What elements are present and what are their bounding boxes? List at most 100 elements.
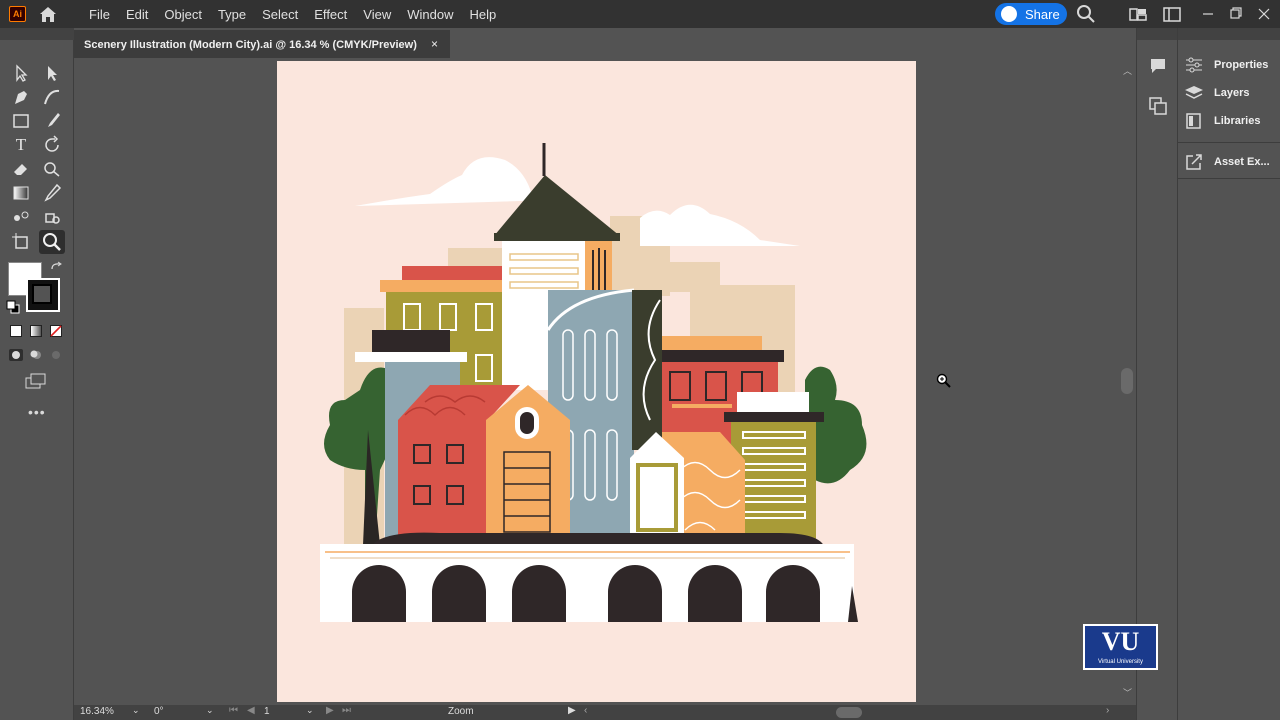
logo-mark: VU — [1101, 627, 1140, 656]
search-icon[interactable] — [1076, 4, 1096, 24]
stroke-swatch-inner — [32, 284, 52, 304]
panel-properties[interactable]: Properties — [1184, 55, 1268, 75]
paintbrush-tool-icon[interactable] — [41, 110, 63, 132]
draw-normal-icon[interactable] — [8, 348, 24, 362]
swap-fill-stroke-icon[interactable] — [50, 261, 64, 275]
default-fill-stroke-icon[interactable] — [6, 300, 20, 314]
rotation-value[interactable]: 0° — [154, 706, 164, 717]
none-mode-icon[interactable] — [50, 325, 62, 337]
illustrator-logo: Ai — [9, 6, 26, 22]
restore-icon[interactable] — [1228, 4, 1244, 24]
document-tab-title: Scenery Illustration (Modern City).ai @ … — [84, 39, 417, 51]
panel-layers-label: Layers — [1214, 87, 1250, 99]
menu-view[interactable]: View — [363, 7, 391, 22]
zoom-level[interactable]: 16.34% — [80, 706, 114, 717]
zoom-cursor-icon — [936, 373, 951, 388]
menu-bar: Ai File Edit Object Type Select Effect V… — [0, 0, 1280, 28]
status-bar: 16.34% ⌄ 0° ⌄ ⏮ ◀ 1 ⌄ ▶ ⏭ Zoom ▶ ‹ › — [74, 705, 1136, 720]
artboard-number[interactable]: 1 — [264, 706, 270, 717]
tools-panel: T ••• — [0, 28, 74, 720]
artboard-tool-icon[interactable] — [10, 230, 32, 252]
draw-inside-icon[interactable] — [48, 348, 64, 362]
menu-object[interactable]: Object — [164, 7, 202, 22]
document-tab[interactable]: Scenery Illustration (Modern City).ai @ … — [74, 30, 450, 58]
share-button[interactable]: Share — [995, 3, 1067, 25]
menu-select[interactable]: Select — [262, 7, 298, 22]
arrange-documents-icon[interactable] — [1128, 4, 1148, 24]
dock-collapse-bar[interactable] — [1178, 28, 1280, 40]
scroll-down-icon[interactable]: ﹀ — [1123, 686, 1132, 699]
rotation-dropdown-icon[interactable]: ⌄ — [206, 705, 214, 716]
eraser-tool-icon[interactable] — [10, 158, 32, 180]
previous-artboard-icon[interactable]: ◀ — [247, 705, 255, 716]
change-screen-mode-icon[interactable] — [24, 372, 48, 390]
libraries-icon — [1186, 113, 1201, 129]
strip-collapse-bar[interactable] — [1137, 28, 1177, 40]
comments-icon[interactable] — [1148, 56, 1168, 76]
scroll-up-icon[interactable]: ︿ — [1123, 64, 1132, 77]
logo-subtitle: Virtual University — [1098, 659, 1143, 665]
menu-help[interactable]: Help — [469, 7, 496, 22]
panel-separator-2 — [1178, 178, 1280, 179]
curvature-tool-icon[interactable] — [41, 86, 63, 108]
vertical-scroll-thumb[interactable] — [1121, 368, 1133, 394]
panel-layers[interactable]: Layers — [1184, 83, 1249, 103]
close-window-icon[interactable] — [1256, 4, 1272, 24]
menu-edit[interactable]: Edit — [126, 7, 148, 22]
zoom-tool-icon[interactable] — [39, 230, 65, 254]
minimize-icon[interactable] — [1200, 4, 1216, 24]
pen-tool-icon[interactable] — [10, 86, 32, 108]
rotate-tool-icon[interactable] — [41, 134, 63, 156]
horizontal-scroll-thumb[interactable] — [836, 707, 862, 718]
panel-libraries[interactable]: Libraries — [1184, 111, 1260, 131]
selection-tool-icon[interactable] — [10, 62, 32, 84]
panel-properties-label: Properties — [1214, 59, 1269, 71]
arrange-panels-icon[interactable] — [1148, 96, 1168, 116]
draw-behind-icon[interactable] — [28, 348, 44, 362]
collapsed-panels-strip — [1136, 28, 1178, 720]
modern-city-illustration — [320, 143, 867, 622]
document-tabbar: Scenery Illustration (Modern City).ai @ … — [74, 28, 1136, 60]
edit-toolbar-icon[interactable]: ••• — [28, 404, 46, 420]
toolbar-collapse-strip[interactable] — [0, 28, 74, 40]
menu-effect[interactable]: Effect — [314, 7, 347, 22]
user-icon — [1001, 6, 1017, 22]
first-artboard-icon[interactable]: ⏮ — [229, 705, 238, 716]
artboard-dropdown-icon[interactable]: ⌄ — [306, 705, 314, 716]
right-panel-dock: Properties Layers Libraries Asset Ex... — [1178, 28, 1280, 720]
color-mode-icon[interactable] — [10, 325, 22, 337]
share-label: Share — [1025, 6, 1060, 22]
scroll-left-icon[interactable]: ‹ — [584, 705, 587, 716]
status-menu-icon[interactable]: ▶ — [568, 705, 576, 716]
eyedropper-tool-icon[interactable] — [41, 182, 63, 204]
gradient-tool-icon[interactable] — [10, 182, 32, 204]
menu-window[interactable]: Window — [407, 7, 453, 22]
type-tool-icon[interactable]: T — [10, 134, 32, 156]
panel-asset-export[interactable]: Asset Ex... — [1184, 152, 1270, 172]
direct-selection-tool-icon[interactable] — [41, 62, 63, 84]
blend-tool-icon[interactable] — [10, 206, 32, 228]
close-tab-icon[interactable]: × — [431, 37, 438, 51]
zoom-dropdown-icon[interactable]: ⌄ — [132, 705, 140, 716]
rectangle-tool-icon[interactable] — [10, 110, 32, 132]
asset-export-icon — [1186, 154, 1202, 170]
panel-libraries-label: Libraries — [1214, 115, 1261, 127]
vertical-scrollbar[interactable]: ︿ ﹀ — [1118, 60, 1136, 705]
workspace-icon[interactable] — [1162, 4, 1182, 24]
panel-separator — [1178, 142, 1280, 143]
menu-items: File Edit Object Type Select Effect View… — [89, 0, 512, 28]
last-artboard-icon[interactable]: ⏭ — [342, 705, 351, 716]
home-icon[interactable] — [38, 5, 58, 23]
artboard[interactable] — [277, 61, 916, 702]
menu-type[interactable]: Type — [218, 7, 246, 22]
gradient-mode-icon[interactable] — [30, 325, 42, 337]
next-artboard-icon[interactable]: ▶ — [326, 705, 334, 716]
menu-file[interactable]: File — [89, 7, 110, 22]
panel-asset-export-label: Asset Ex... — [1214, 156, 1270, 168]
layers-icon — [1185, 86, 1203, 99]
virtual-university-logo: VU Virtual University — [1083, 624, 1158, 670]
free-transform-tool-icon[interactable] — [41, 158, 63, 180]
status-mode: Zoom — [448, 706, 474, 717]
symbol-sprayer-tool-icon[interactable] — [41, 206, 63, 228]
scroll-right-icon[interactable]: › — [1106, 705, 1109, 716]
